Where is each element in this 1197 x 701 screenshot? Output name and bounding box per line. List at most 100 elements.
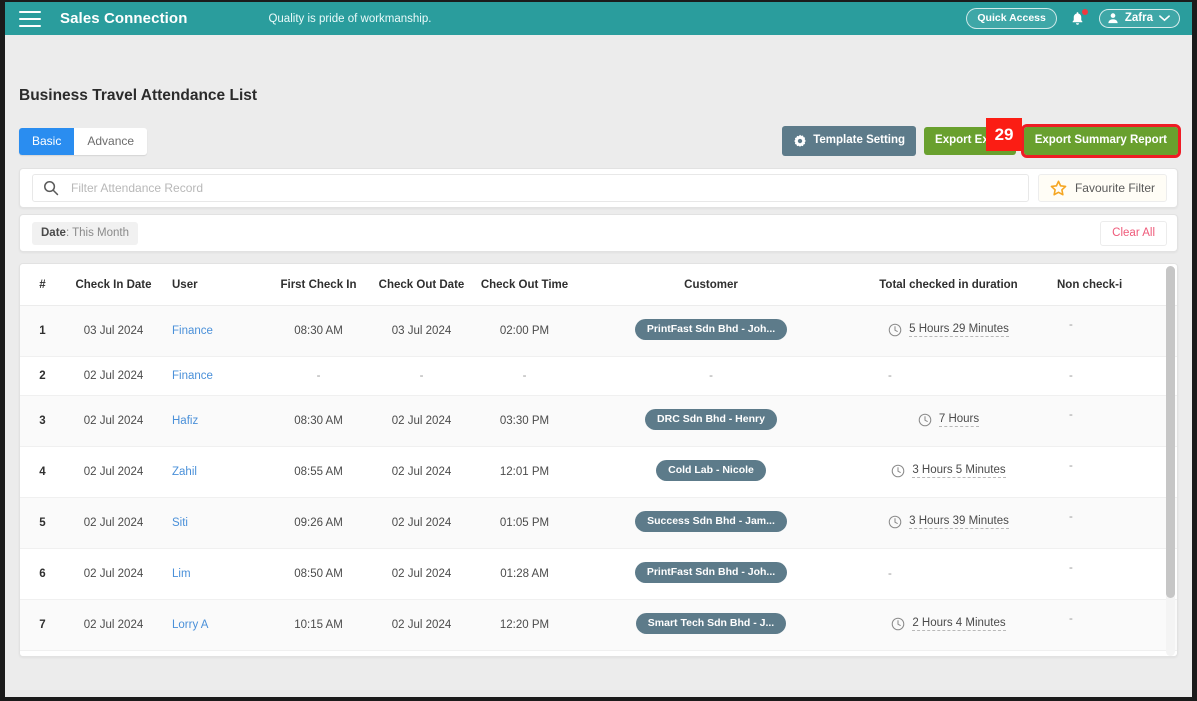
- cell-non-check-in: -: [1051, 548, 1177, 600]
- page-title: Business Travel Attendance List: [19, 87, 258, 104]
- quick-access-button[interactable]: Quick Access: [966, 8, 1057, 29]
- cell-user: Lorry A: [162, 599, 267, 651]
- navbar-right-group: Quick Access Zafra: [966, 7, 1180, 30]
- user-link[interactable]: Hafiz: [172, 415, 198, 427]
- cell-total-duration: 2 Hours 9 Minutes: [846, 650, 1051, 656]
- cell-check-in-date: 02 Jul 2024: [65, 548, 162, 600]
- col-header-check-out-date[interactable]: Check Out Date: [370, 264, 473, 306]
- customer-badge[interactable]: PrintFast Sdn Bhd - Joh...: [634, 562, 788, 583]
- filter-search-card: Favourite Filter: [19, 168, 1178, 208]
- export-summary-report-button[interactable]: Export Summary Report: [1023, 127, 1178, 155]
- clock-icon: [918, 413, 932, 426]
- tab-basic[interactable]: Basic: [19, 127, 75, 155]
- filter-chip-value: This Month: [72, 226, 130, 239]
- customer-badge[interactable]: DRC Sdn Bhd - Henry: [645, 409, 777, 430]
- cell-total-duration: 7 Hours: [846, 395, 1051, 447]
- cell-check-out-time: 02:00 PM: [473, 305, 576, 357]
- user-link[interactable]: Lorry A: [172, 619, 208, 631]
- cell-total-duration: 3 Hours 5 Minutes: [846, 446, 1051, 498]
- search-input[interactable]: [71, 181, 1018, 195]
- table-row[interactable]: 2 02 Jul 2024 Finance - - - - - -: [20, 356, 1177, 396]
- cell-customer: Smart Tech Sdn Bhd - J...: [576, 599, 846, 651]
- cell-check-out-date: 02 Jul 2024: [370, 599, 473, 651]
- customer-badge[interactable]: Smart Tech Sdn Bhd - J...: [635, 613, 787, 634]
- user-name-label: Zafra: [1124, 12, 1153, 24]
- col-header-customer[interactable]: Customer: [576, 264, 846, 306]
- customer-badge[interactable]: Cold Lab - Nicole: [656, 460, 766, 481]
- cell-check-out-time: 12:20 PM: [473, 599, 576, 651]
- hamburger-icon[interactable]: [19, 10, 41, 27]
- cell-check-in-date: 02 Jul 2024: [65, 599, 162, 651]
- user-link[interactable]: Lim: [172, 568, 191, 580]
- toolbar-actions: Template Setting Export Excel 29 Export …: [782, 118, 1182, 158]
- user-link[interactable]: Zahil: [172, 466, 197, 478]
- cell-user: Finance: [162, 356, 267, 396]
- cell-non-check-in: -: [1051, 599, 1177, 651]
- table-row[interactable]: 4 02 Jul 2024 Zahil 08:55 AM 02 Jul 2024 12:0…: [20, 446, 1177, 498]
- template-setting-label: Template Setting: [813, 134, 906, 147]
- cell-customer: PrintFast Sdn Bhd - Joh...: [576, 305, 846, 357]
- col-header-first-check-in[interactable]: First Check In: [267, 264, 370, 306]
- col-header-total-duration[interactable]: Total checked in duration: [846, 264, 1051, 306]
- customer-badge[interactable]: PrintFast Sdn Bhd - Joh...: [634, 319, 788, 340]
- duration-text: 7 Hours: [938, 412, 980, 427]
- search-input-wrapper[interactable]: [32, 174, 1029, 202]
- cell-first-check-in: 08:30 AM: [267, 395, 370, 447]
- col-header-non-check-in[interactable]: Non check-i: [1051, 264, 1177, 306]
- cell-check-out-time: -: [473, 356, 576, 396]
- table-scrollbar-thumb[interactable]: [1166, 266, 1175, 598]
- active-filters-card: Date: This Month Clear All: [19, 214, 1178, 252]
- table-row[interactable]: 3 02 Jul 2024 Hafiz 08:30 AM 02 Jul 2024 03:3…: [20, 395, 1177, 447]
- user-menu-button[interactable]: Zafra: [1098, 9, 1180, 28]
- clock-icon: [892, 464, 905, 477]
- favourite-filter-button[interactable]: Favourite Filter: [1037, 174, 1167, 202]
- filter-chip-separator: :: [65, 226, 70, 239]
- clock-icon: [892, 617, 905, 630]
- cell-non-check-in: -: [1051, 650, 1177, 656]
- col-header-user[interactable]: User: [162, 264, 267, 306]
- table-row[interactable]: 5 02 Jul 2024 Siti 09:26 AM 02 Jul 2024 01:05…: [20, 497, 1177, 549]
- table-row[interactable]: 7 02 Jul 2024 Lorry A 10:15 AM 02 Jul 2024 12…: [20, 599, 1177, 651]
- cell-check-in-date: 02 Jul 2024: [65, 356, 162, 396]
- customer-badge[interactable]: Success Sdn Bhd - Jam...: [635, 511, 787, 532]
- user-link[interactable]: Finance: [172, 325, 213, 337]
- person-icon: [1108, 13, 1118, 24]
- cell-user: Lim: [162, 548, 267, 600]
- gear-icon: [794, 134, 807, 147]
- cell-index: 3: [20, 395, 65, 447]
- col-header-check-out-time[interactable]: Check Out Time: [473, 264, 576, 306]
- tab-advance[interactable]: Advance: [74, 127, 148, 155]
- cell-customer: DRC Sdn Bhd - Henry: [576, 395, 846, 447]
- table-row[interactable]: 1 03 Jul 2024 Finance 08:30 AM 03 Jul 2024 02…: [20, 305, 1177, 357]
- cell-index: 8: [20, 650, 65, 656]
- cell-check-out-time: 12:01 PM: [473, 446, 576, 498]
- cell-customer: PrintFast Sdn Bhd - Joh...: [576, 548, 846, 600]
- app-tagline: Quality is pride of workmanship.: [268, 12, 432, 25]
- cell-check-out-date: 03 Jul 2024: [370, 305, 473, 357]
- cell-first-check-in: 08:55 AM: [267, 446, 370, 498]
- cell-customer: DRC Sdn Bhd - Henry: [576, 650, 846, 656]
- user-link[interactable]: Finance: [172, 370, 213, 382]
- cell-user: Bob Johnson: [162, 650, 267, 656]
- table-vertical-scrollbar[interactable]: [1166, 266, 1175, 656]
- template-setting-button[interactable]: Template Setting: [782, 126, 917, 156]
- cell-total-duration: 2 Hours 4 Minutes: [846, 599, 1051, 651]
- search-icon: [44, 181, 59, 196]
- cell-check-in-date: 03 Jul 2024: [65, 305, 162, 357]
- attendance-table: # Check In Date User First Check In Chec…: [20, 264, 1177, 656]
- clear-all-button[interactable]: Clear All: [1100, 220, 1167, 246]
- notification-bell-button[interactable]: [1068, 7, 1089, 30]
- cell-customer: -: [576, 356, 846, 396]
- user-link[interactable]: Siti: [172, 517, 188, 529]
- table-scroll-area[interactable]: # Check In Date User First Check In Chec…: [20, 264, 1177, 656]
- cell-first-check-in: 08:30 AM: [267, 305, 370, 357]
- cell-customer: Success Sdn Bhd - Jam...: [576, 497, 846, 549]
- table-row[interactable]: 802 Jul 2024Bob Johnson10:43 AM02 Jul 20…: [20, 650, 1177, 656]
- col-header-check-in-date[interactable]: Check In Date: [65, 264, 162, 306]
- table-row[interactable]: 6 02 Jul 2024 Lim 08:50 AM 02 Jul 2024 01:28 …: [20, 548, 1177, 600]
- cell-non-check-in: -: [1051, 395, 1177, 447]
- filter-chip-date[interactable]: Date: This Month: [32, 221, 139, 245]
- cell-check-out-date: -: [370, 356, 473, 396]
- cell-user: Siti: [162, 497, 267, 549]
- col-header-index[interactable]: #: [20, 264, 65, 306]
